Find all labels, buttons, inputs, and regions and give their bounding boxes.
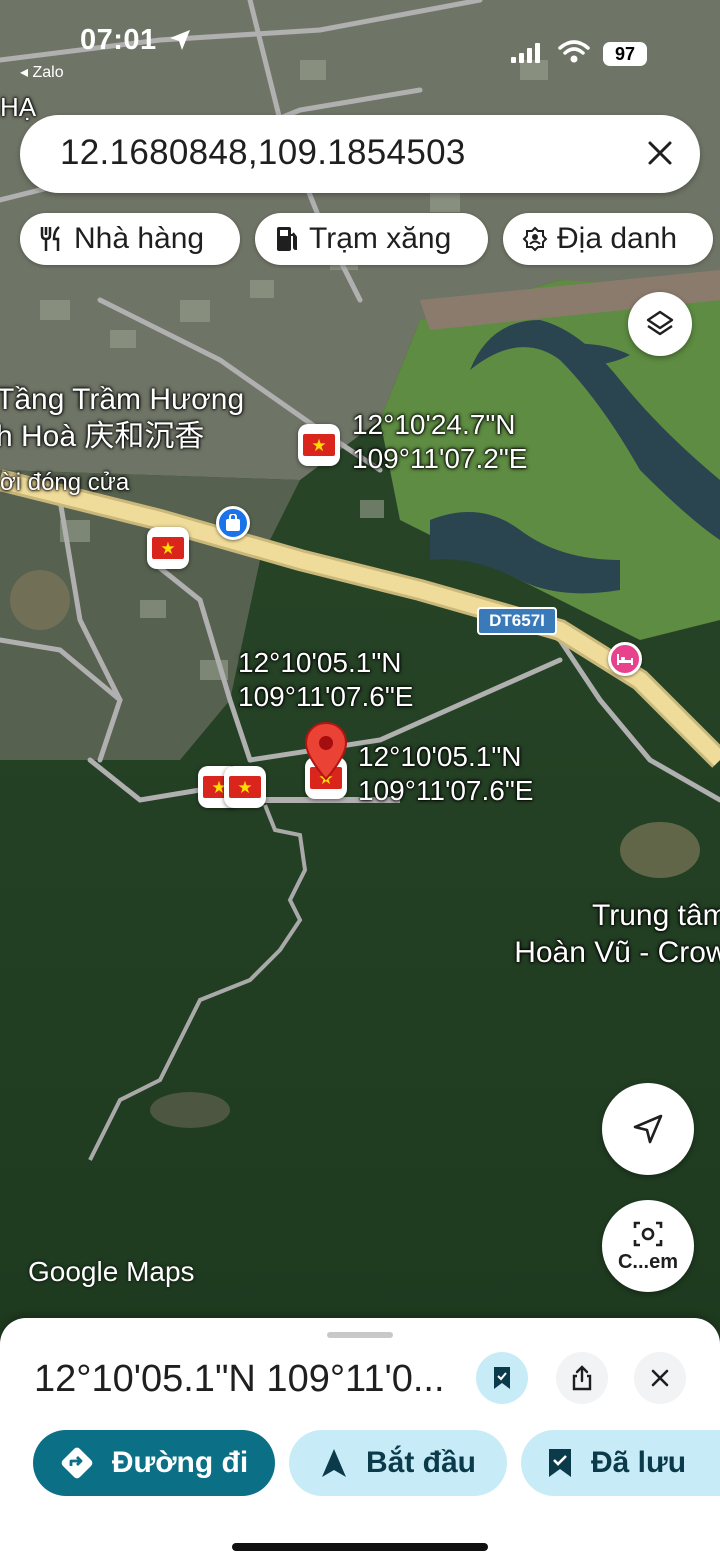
pin-lng: 109°11'07.2"E [352, 443, 528, 475]
navigation-arrow-icon [633, 1114, 663, 1144]
poi-name-line2: h Hoà 庆和沉香 [0, 419, 205, 453]
shopping-bag-icon [226, 514, 240, 531]
shopping-poi-marker[interactable] [216, 506, 250, 540]
vietnam-flag-icon: ★ [152, 537, 184, 559]
restaurant-icon [38, 225, 66, 253]
chip-label: Nhà hàng [74, 222, 205, 255]
poi-name-label[interactable]: Tầng Trầm Hương h Hoà 庆和沉香 [0, 382, 244, 455]
road-shield: DT657I [477, 607, 557, 635]
layers-icon [646, 310, 674, 336]
pin-coordinates-label: 12°10'05.1"N 109°11'07.6"E [238, 646, 413, 714]
map-label-district-fragment: HẠ [0, 92, 37, 122]
bed-icon [617, 654, 633, 665]
pin-lng: 109°11'07.6"E [238, 681, 414, 713]
chip-gas-stations[interactable]: Trạm xăng [255, 213, 488, 265]
share-icon [572, 1365, 592, 1391]
vietnam-flag-icon: ★ [229, 776, 261, 798]
place-label-right-line1: Trung tâm [592, 899, 720, 932]
directions-label: Đường đi [111, 1446, 249, 1479]
directions-button[interactable]: Đường đi [33, 1430, 275, 1496]
start-navigation-button[interactable]: Bắt đầu [289, 1430, 507, 1496]
poi-status-label: ời đóng cửa [0, 469, 130, 496]
pin-coordinates-label: 12°10'24.7"N 109°11'07.2"E [352, 408, 527, 476]
pin-coordinates-label: 12°10'05.1"N 109°11'07.6"E [358, 740, 533, 808]
bookmark-icon [547, 1447, 573, 1479]
close-icon[interactable] [642, 135, 678, 171]
flag-marker[interactable]: ★ [298, 424, 340, 466]
saved-button[interactable]: Đã lưu [521, 1430, 720, 1496]
chip-label: Trạm xăng [309, 222, 452, 255]
camera-search-button[interactable]: C...em [602, 1200, 694, 1292]
place-title: 12°10'05.1"N 109°11'0... [34, 1358, 445, 1400]
status-time: 07:01 [80, 24, 157, 56]
saved-indicator-button[interactable] [476, 1352, 528, 1404]
chip-landmarks[interactable]: Địa danh [503, 213, 713, 265]
saved-label: Đã lưu [591, 1446, 687, 1479]
cellular-signal-icon [511, 43, 540, 63]
google-maps-watermark: Google Maps [28, 1256, 195, 1287]
battery-indicator: 97 [603, 42, 647, 66]
location-arrow-icon [170, 30, 190, 50]
pin-lat: 12°10'05.1"N [358, 741, 522, 772]
sheet-drag-handle[interactable] [327, 1332, 393, 1338]
camera-lens-icon [633, 1221, 663, 1246]
close-sheet-button[interactable] [634, 1352, 686, 1404]
place-label-right[interactable]: Trung tâm Hoàn Vũ - Crow [512, 898, 720, 971]
chip-label: Địa danh [557, 222, 678, 255]
share-button[interactable] [556, 1352, 608, 1404]
camera-button-label: C...em [617, 1250, 679, 1273]
start-label: Bắt đầu [365, 1446, 476, 1479]
pin-lng: 109°11'07.6"E [358, 775, 534, 807]
search-bar[interactable]: 12.1680848,109.1854503 [20, 115, 700, 193]
hotel-poi-marker[interactable] [608, 642, 642, 676]
search-input[interactable]: 12.1680848,109.1854503 [60, 133, 466, 173]
gas-station-icon [273, 225, 301, 253]
place-bottom-sheet[interactable]: 12°10'05.1"N 109°11'0... Đường đi Bắt đầ… [0, 1318, 720, 1564]
place-label-right-line2: Hoàn Vũ - Crow [514, 935, 720, 969]
bookmark-icon [494, 1367, 510, 1389]
back-to-app-link[interactable]: ◂ Zalo [20, 62, 64, 82]
wifi-icon [558, 40, 590, 63]
home-indicator[interactable] [232, 1543, 488, 1551]
directions-icon [60, 1446, 94, 1480]
selected-location-pin-icon[interactable] [304, 721, 348, 781]
landmark-icon [521, 225, 549, 253]
navigation-arrow-icon [320, 1447, 348, 1479]
flag-marker[interactable]: ★ [224, 766, 266, 808]
my-location-button[interactable] [602, 1083, 694, 1175]
flag-marker[interactable]: ★ [147, 527, 189, 569]
vietnam-flag-icon: ★ [303, 434, 335, 456]
layers-button[interactable] [628, 292, 692, 356]
pin-lat: 12°10'05.1"N [238, 647, 402, 678]
chip-restaurants[interactable]: Nhà hàng [20, 213, 240, 265]
close-icon [651, 1369, 669, 1387]
status-bar: 07:01 ◂ Zalo 97 [0, 0, 720, 90]
pin-lat: 12°10'24.7"N [352, 409, 516, 440]
poi-name-line1: Tầng Trầm Hương [0, 383, 245, 416]
